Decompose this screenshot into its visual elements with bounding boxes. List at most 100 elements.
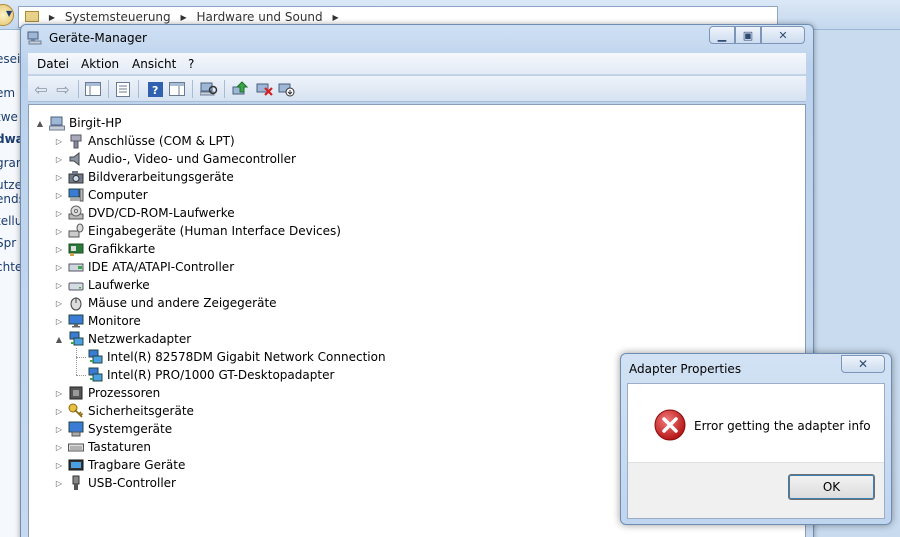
caption-buttons: ▁ ▣ ✕ — [709, 26, 805, 44]
sidebar-fragment[interactable]: eseit — [0, 52, 22, 66]
back-arrow-button[interactable]: ⇦ — [32, 79, 50, 99]
tree-device[interactable]: Intel(R) PRO/1000 GT-Desktopadapter — [73, 366, 334, 384]
minimize-button[interactable]: ▁ — [709, 26, 735, 44]
collapse-arrow-icon[interactable]: ▲ — [54, 335, 64, 344]
show-hide-tree-button[interactable] — [84, 80, 102, 98]
help-button[interactable]: ? — [146, 80, 164, 98]
tree-item-label: Anschlüsse (COM & LPT) — [88, 134, 235, 148]
dropdown-arrow-icon[interactable]: ▼ — [6, 9, 12, 18]
update-driver-button[interactable] — [232, 80, 250, 98]
expand-arrow-icon[interactable]: ▷ — [54, 479, 64, 488]
sidebar-fragment[interactable]: Spr — [0, 236, 16, 250]
expand-arrow-icon[interactable]: ▷ — [54, 425, 64, 434]
breadcrumb-item[interactable]: Hardware und Sound — [196, 10, 322, 24]
expand-arrow-icon[interactable]: ▷ — [54, 263, 64, 272]
update-driver-icon — [232, 81, 249, 95]
dialog-title: Adapter Properties — [629, 362, 742, 376]
tree-category[interactable]: ▷ Laufwerke — [54, 276, 150, 294]
computer-icon — [68, 187, 84, 203]
tree-category[interactable]: ▷ Systemgeräte — [54, 420, 172, 438]
expand-arrow-icon[interactable]: ▷ — [54, 281, 64, 290]
tree-item-label: Grafikkarte — [88, 242, 156, 256]
sidebar-fragment[interactable]: dwa — [0, 132, 22, 146]
tree-category[interactable]: ▷ Computer — [54, 186, 148, 204]
maximize-button[interactable]: ▣ — [735, 26, 761, 44]
back-arrow-icon: ⇦ — [34, 79, 48, 99]
sidebar-fragment[interactable]: gran — [0, 156, 22, 170]
expand-arrow-icon[interactable]: ▷ — [54, 245, 64, 254]
tree-guide-line — [76, 348, 77, 375]
tree-category[interactable]: ▷ Sicherheitsgeräte — [54, 402, 194, 420]
sidebar-fragment[interactable]: ends — [0, 192, 22, 206]
tree-category[interactable]: ▲ Netzwerkadapter — [54, 330, 191, 348]
disc-drive-icon — [68, 205, 84, 221]
expand-arrow-icon[interactable]: ▷ — [54, 407, 64, 416]
title-bar[interactable]: Geräte-Manager ▁ ▣ ✕ — [21, 25, 813, 51]
ok-button[interactable]: OK — [788, 474, 875, 500]
uninstall-button[interactable] — [256, 80, 274, 98]
tree-category[interactable]: ▷ Anschlüsse (COM & LPT) — [54, 132, 235, 150]
expand-arrow-icon[interactable]: ▷ — [54, 461, 64, 470]
menu-bar: Datei Aktion Ansicht ? — [28, 53, 806, 75]
breadcrumb-separator-icon: ▶ — [48, 13, 55, 22]
device-manager-icon — [27, 31, 43, 48]
tree-category[interactable]: ▷ Monitore — [54, 312, 141, 330]
tree-root-computer[interactable]: ▲ Birgit-HP — [35, 114, 122, 132]
expand-arrow-icon[interactable]: ▷ — [54, 317, 64, 326]
disable-button[interactable] — [278, 80, 296, 98]
tree-category[interactable]: ▷ Grafikkarte — [54, 240, 155, 258]
display-adapter-icon — [68, 241, 84, 257]
sidebar-fragment[interactable]: chte — [0, 260, 22, 274]
sidebar-fragment[interactable]: utze — [0, 178, 22, 192]
tree-category[interactable]: ▷ USB-Controller — [54, 474, 176, 492]
dialog-message: Error getting the adapter info — [694, 419, 871, 433]
tree-category[interactable]: ▷ Eingabegeräte (Human Interface Devices) — [54, 222, 341, 240]
dialog-close-button[interactable]: ✕ — [841, 355, 885, 373]
tree-item-label: Tastaturen — [88, 440, 151, 454]
toolbar: ⇦ ⇨ ? — [28, 76, 806, 102]
console-tree-icon — [85, 82, 101, 96]
tree-category[interactable]: ▷ IDE ATA/ATAPI-Controller — [54, 258, 234, 276]
expand-arrow-icon[interactable]: ▷ — [54, 191, 64, 200]
sidebar-fragment[interactable]: em — [0, 86, 15, 100]
expand-arrow-icon[interactable]: ▷ — [54, 443, 64, 452]
sidebar-fragment[interactable]: tellu — [0, 214, 22, 228]
sidebar-fragment[interactable]: twe — [0, 110, 18, 124]
tree-category[interactable]: ▷ Tragbare Geräte — [54, 456, 185, 474]
tree-category[interactable]: ▷ Audio-, Video- und Gamecontroller — [54, 150, 296, 168]
tree-item-label: Sicherheitsgeräte — [88, 404, 194, 418]
tree-item-label: Systemgeräte — [88, 422, 173, 436]
expand-arrow-icon[interactable]: ▷ — [54, 137, 64, 146]
usb-icon — [68, 475, 84, 491]
tree-item-label: Intel(R) 82578DM Gigabit Network Connect… — [107, 350, 386, 364]
network-adapter-icon — [68, 331, 84, 347]
tree-device[interactable]: Intel(R) 82578DM Gigabit Network Connect… — [73, 348, 386, 366]
forward-arrow-button[interactable]: ⇨ — [54, 80, 72, 99]
expand-arrow-icon[interactable]: ▷ — [54, 227, 64, 236]
menu-ansicht[interactable]: Ansicht — [132, 57, 176, 71]
tree-category[interactable]: ▷ DVD/CD-ROM-Laufwerke — [54, 204, 235, 222]
tree-category[interactable]: ▷ Prozessoren — [54, 384, 160, 402]
close-button[interactable]: ✕ — [761, 26, 805, 44]
close-icon: ✕ — [778, 28, 788, 42]
menu-help[interactable]: ? — [188, 57, 194, 71]
port-icon — [68, 133, 84, 149]
breadcrumb-item[interactable]: Systemsteuerung — [65, 10, 171, 24]
expand-arrow-icon[interactable]: ▷ — [54, 155, 64, 164]
collapse-arrow-icon[interactable]: ▲ — [35, 119, 45, 128]
tree-category[interactable]: ▷ Mäuse und andere Zeigegeräte — [54, 294, 277, 312]
expand-arrow-icon[interactable]: ▷ — [54, 209, 64, 218]
background-sidebar: eseit em twe dwa gran utze ends tellu Sp… — [0, 30, 22, 537]
expand-arrow-icon[interactable]: ▷ — [54, 389, 64, 398]
tree-category[interactable]: ▷ Bildverarbeitungsgeräte — [54, 168, 234, 186]
expand-arrow-icon[interactable]: ▷ — [54, 173, 64, 182]
properties-button[interactable] — [114, 80, 132, 98]
view-button[interactable] — [168, 80, 186, 98]
menu-datei[interactable]: Datei — [37, 57, 69, 71]
expand-arrow-icon[interactable]: ▷ — [54, 299, 64, 308]
scan-hardware-button[interactable] — [200, 80, 218, 98]
menu-aktion[interactable]: Aktion — [81, 57, 119, 71]
tree-category[interactable]: ▷ Tastaturen — [54, 438, 151, 456]
speaker-icon — [68, 151, 84, 167]
help-icon: ? — [147, 81, 163, 97]
